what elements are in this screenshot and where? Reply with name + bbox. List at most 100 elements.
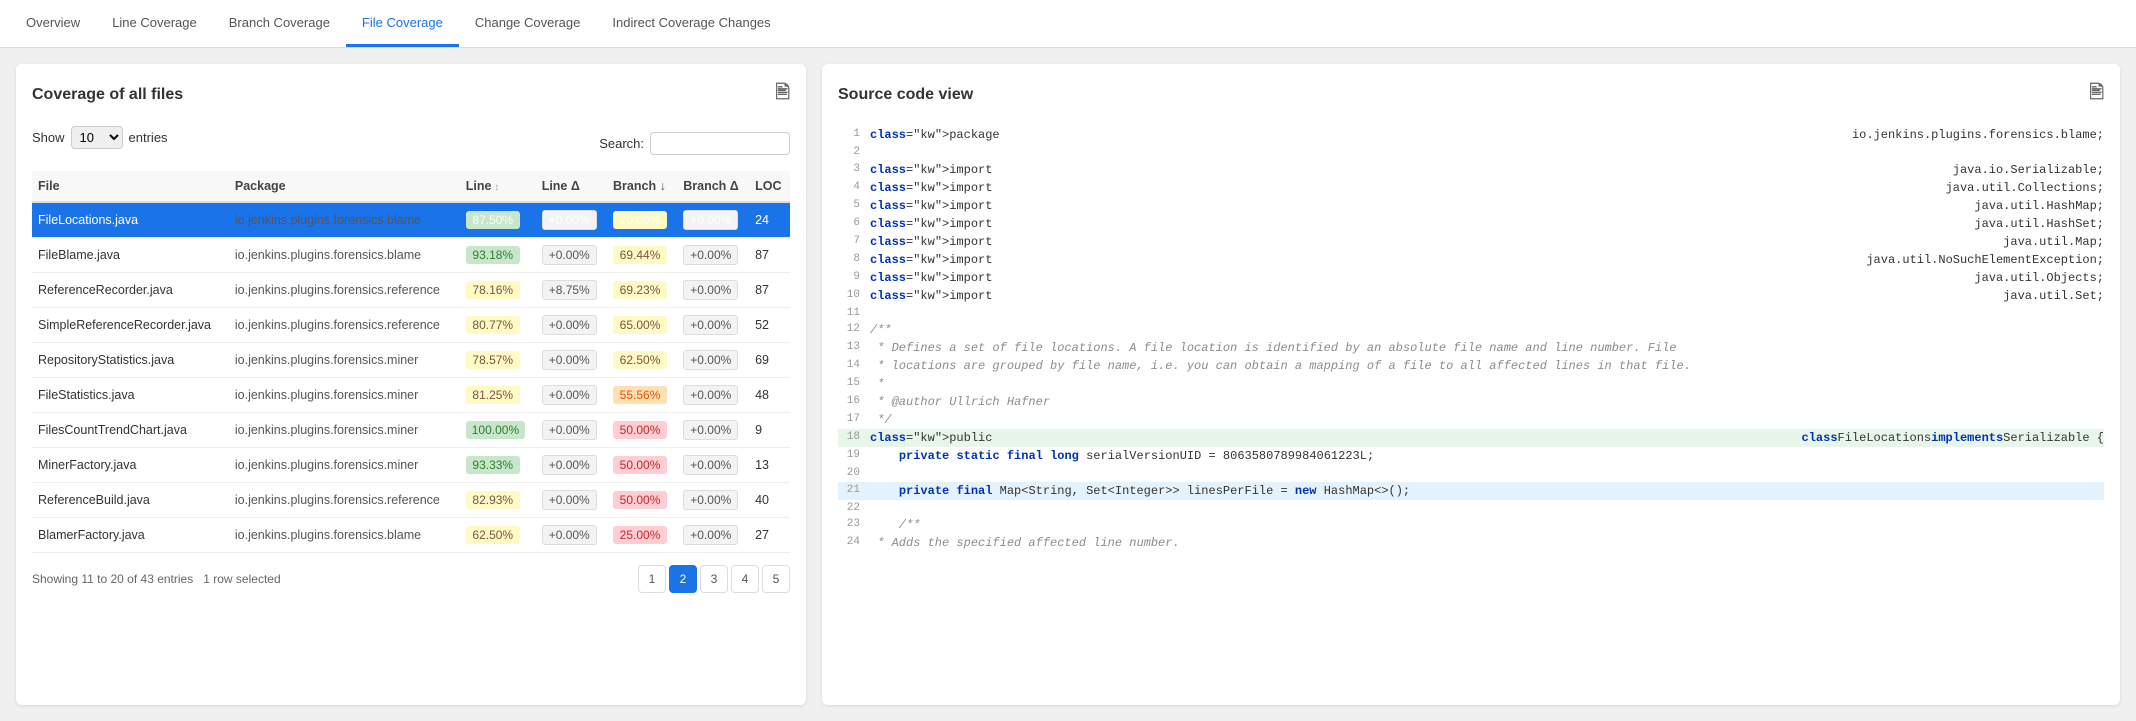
- table-row[interactable]: ReferenceBuild.java io.jenkins.plugins.f…: [32, 483, 790, 518]
- line-number: 9: [838, 269, 870, 286]
- col-branch-delta[interactable]: Branch Δ: [677, 171, 749, 202]
- cell-loc: 9: [749, 413, 790, 448]
- cell-branch-delta: +0.00%: [677, 448, 749, 483]
- line-number: 6: [838, 215, 870, 232]
- cell-line: 82.93%: [460, 483, 536, 518]
- line-number: 10: [838, 287, 870, 304]
- table-header-row: File Package Line Line Δ Branch Branch Δ…: [32, 171, 790, 202]
- nav-tab-file-coverage[interactable]: File Coverage: [346, 1, 459, 47]
- cell-loc: 40: [749, 483, 790, 518]
- col-file[interactable]: File: [32, 171, 229, 202]
- code-line: 21 private final Map<String, Set<Integer…: [838, 482, 2104, 500]
- cell-package: io.jenkins.plugins.forensics.miner: [229, 378, 460, 413]
- line-content: class="kw">import: [870, 233, 2003, 251]
- line-number: 3: [838, 161, 870, 178]
- right-panel: Source code view 🖹 1 class="kw">package …: [822, 64, 2120, 705]
- table-row[interactable]: MinerFactory.java io.jenkins.plugins.for…: [32, 448, 790, 483]
- cell-line-delta: +0.00%: [536, 238, 607, 273]
- code-line: 1 class="kw">package io.jenkins.plugins.…: [838, 126, 2104, 144]
- code-line: 15 *: [838, 375, 2104, 393]
- code-line: 9 class="kw">import java.util.Objects;: [838, 269, 2104, 287]
- code-line: 22: [838, 500, 2104, 517]
- search-input[interactable]: [650, 132, 790, 155]
- cell-package: io.jenkins.plugins.forensics.blame: [229, 202, 460, 238]
- nav-tab-indirect-coverage-changes[interactable]: Indirect Coverage Changes: [596, 1, 786, 47]
- line-content: /**: [870, 516, 2104, 534]
- cell-line: 93.33%: [460, 448, 536, 483]
- table-row[interactable]: FileStatistics.java io.jenkins.plugins.f…: [32, 378, 790, 413]
- col-line[interactable]: Line: [460, 171, 536, 202]
- line-number: 4: [838, 179, 870, 196]
- cell-branch: 50.00%: [607, 413, 677, 448]
- pagination-row: Showing 11 to 20 of 43 entries 1 row sel…: [32, 565, 790, 593]
- code-line: 23 /**: [838, 516, 2104, 534]
- code-line: 24 * Adds the specified affected line nu…: [838, 534, 2104, 552]
- line-content: class="kw">import: [870, 251, 1866, 269]
- cell-branch: 62.50%: [607, 343, 677, 378]
- line-number: 7: [838, 233, 870, 250]
- cell-loc: 27: [749, 518, 790, 553]
- line-number: 5: [838, 197, 870, 214]
- cell-file: FileLocations.java: [32, 202, 229, 238]
- cell-file: ReferenceBuild.java: [32, 483, 229, 518]
- cell-loc: 52: [749, 308, 790, 343]
- cell-branch: 69.44%: [607, 238, 677, 273]
- col-package[interactable]: Package: [229, 171, 460, 202]
- code-line: 16 * @author Ullrich Hafner: [838, 393, 2104, 411]
- footer-showing: Showing 11 to 20 of 43 entries: [32, 572, 193, 586]
- code-line: 20: [838, 465, 2104, 482]
- page-btn-3[interactable]: 3: [700, 565, 728, 593]
- code-line: 19 private static final long serialVersi…: [838, 447, 2104, 465]
- line-content: class="kw">import: [870, 161, 1953, 179]
- footer-selected: 1 row selected: [203, 572, 280, 586]
- cell-branch-delta: +0.00%: [677, 483, 749, 518]
- entries-select[interactable]: 10 25 50 100: [71, 126, 123, 149]
- line-number: 8: [838, 251, 870, 268]
- cell-loc: 69: [749, 343, 790, 378]
- nav-tab-branch-coverage[interactable]: Branch Coverage: [213, 1, 346, 47]
- page-btn-1[interactable]: 1: [638, 565, 666, 593]
- nav-tab-line-coverage[interactable]: Line Coverage: [96, 1, 213, 47]
- table-row[interactable]: FilesCountTrendChart.java io.jenkins.plu…: [32, 413, 790, 448]
- nav-tab-change-coverage[interactable]: Change Coverage: [459, 1, 597, 47]
- left-panel-title: Coverage of all files: [32, 86, 183, 104]
- cell-line: 78.57%: [460, 343, 536, 378]
- cell-line-delta: +0.00%: [536, 343, 607, 378]
- page-btn-5[interactable]: 5: [762, 565, 790, 593]
- table-row[interactable]: SimpleReferenceRecorder.java io.jenkins.…: [32, 308, 790, 343]
- cell-branch-delta: +0.00%: [677, 343, 749, 378]
- col-branch[interactable]: Branch: [607, 171, 677, 202]
- table-row[interactable]: FileBlame.java io.jenkins.plugins.forens…: [32, 238, 790, 273]
- line-number: 13: [838, 339, 870, 356]
- panel-title: Coverage of all files 🖹: [32, 80, 790, 110]
- cell-branch-delta: +0.00%: [677, 238, 749, 273]
- line-number: 1: [838, 126, 870, 143]
- cell-file: ReferenceRecorder.java: [32, 273, 229, 308]
- page-btn-4[interactable]: 4: [731, 565, 759, 593]
- col-loc[interactable]: LOC: [749, 171, 790, 202]
- code-line: 12 /**: [838, 321, 2104, 339]
- code-line: 8 class="kw">import java.util.NoSuchElem…: [838, 251, 2104, 269]
- cell-loc: 24: [749, 202, 790, 238]
- table-row[interactable]: ReferenceRecorder.java io.jenkins.plugin…: [32, 273, 790, 308]
- line-number: 23: [838, 516, 870, 533]
- code-line: 4 class="kw">import java.util.Collection…: [838, 179, 2104, 197]
- line-number: 2: [838, 144, 870, 161]
- nav-tab-overview[interactable]: Overview: [10, 1, 96, 47]
- table-row[interactable]: BlamerFactory.java io.jenkins.plugins.fo…: [32, 518, 790, 553]
- cell-file: SimpleReferenceRecorder.java: [32, 308, 229, 343]
- cell-branch-delta: +0.00%: [677, 518, 749, 553]
- line-content: class="kw">import: [870, 269, 1974, 287]
- cell-line: 100.00%: [460, 413, 536, 448]
- page-btn-2[interactable]: 2: [669, 565, 697, 593]
- code-line: 6 class="kw">import java.util.HashSet;: [838, 215, 2104, 233]
- line-number: 11: [838, 305, 870, 322]
- code-line: 14 * locations are grouped by file name,…: [838, 357, 2104, 375]
- cell-line-delta: +0.00%: [536, 448, 607, 483]
- cell-branch-delta: +0.00%: [677, 413, 749, 448]
- table-row[interactable]: RepositoryStatistics.java io.jenkins.plu…: [32, 343, 790, 378]
- col-line-delta[interactable]: Line Δ: [536, 171, 607, 202]
- line-content: class="kw">import: [870, 287, 2003, 305]
- table-row[interactable]: FileLocations.java io.jenkins.plugins.fo…: [32, 202, 790, 238]
- cell-package: io.jenkins.plugins.forensics.miner: [229, 413, 460, 448]
